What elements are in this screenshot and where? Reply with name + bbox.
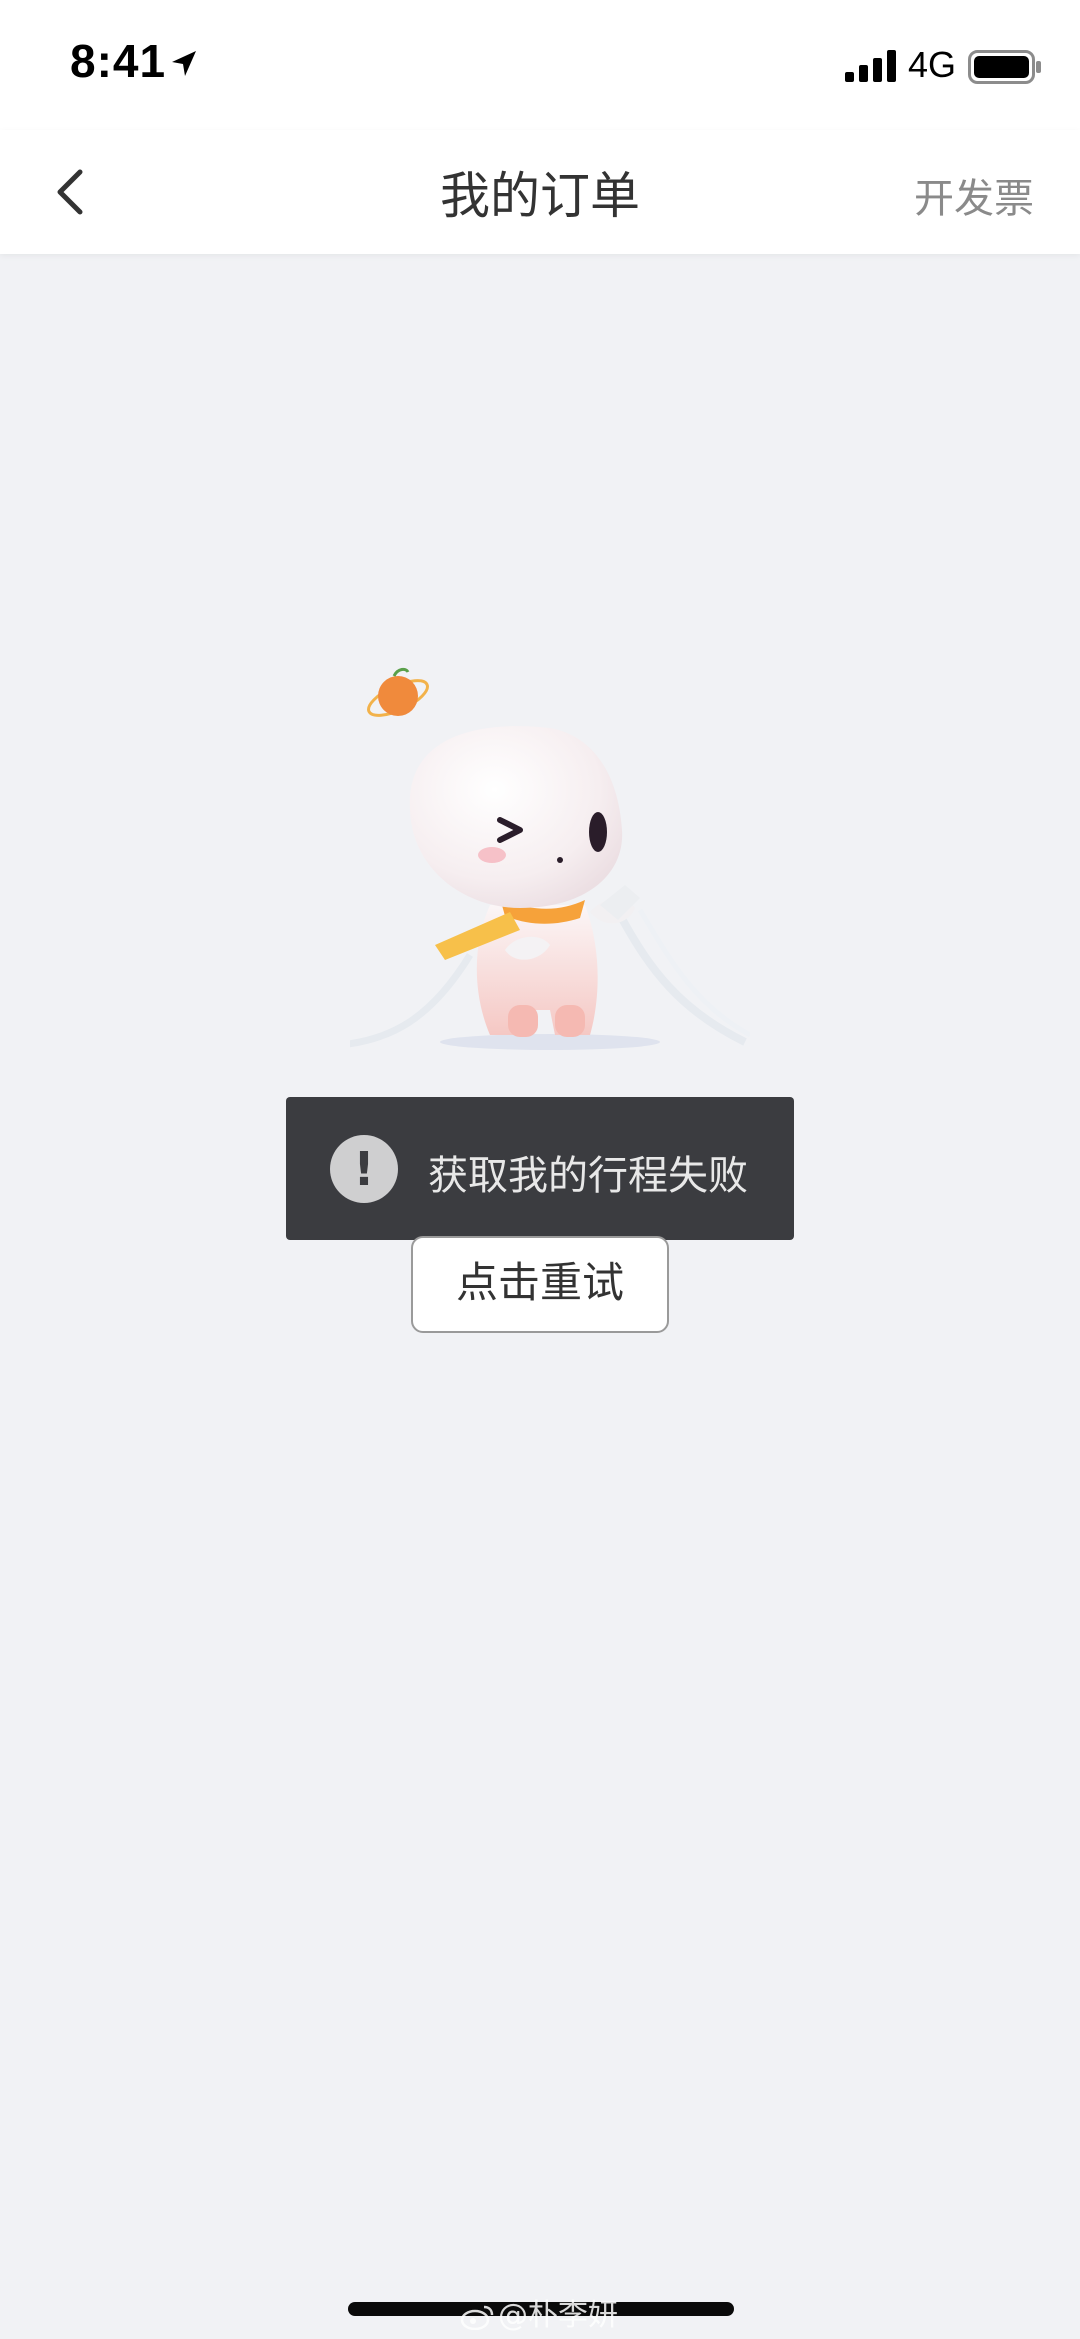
retry-button[interactable]: 点击重试 [411, 1236, 669, 1333]
issue-invoice-button[interactable]: 开发票 [914, 166, 1034, 224]
error-toast: ! 获取我的行程失败 [286, 1097, 794, 1240]
signal-icon [845, 50, 896, 82]
watermark-text: @朴李妍 [498, 2298, 618, 2333]
exclamation-icon: ! [330, 1135, 398, 1203]
navigation-bar: 我的订单 开发票 [0, 130, 1080, 254]
watermark: @朴李妍 [460, 2290, 618, 2334]
chevron-left-icon[interactable] [40, 160, 104, 224]
network-type: 4G [908, 44, 957, 85]
battery-icon [968, 50, 1041, 84]
status-bar: 8:41 4G [0, 0, 1080, 130]
toast-message: 获取我的行程失败 [428, 1153, 748, 1199]
weibo-icon [460, 2305, 494, 2330]
location-arrow-icon [172, 51, 196, 76]
mascot-unplugged-illustration [350, 667, 750, 1050]
status-time: 8:41 [70, 35, 167, 87]
